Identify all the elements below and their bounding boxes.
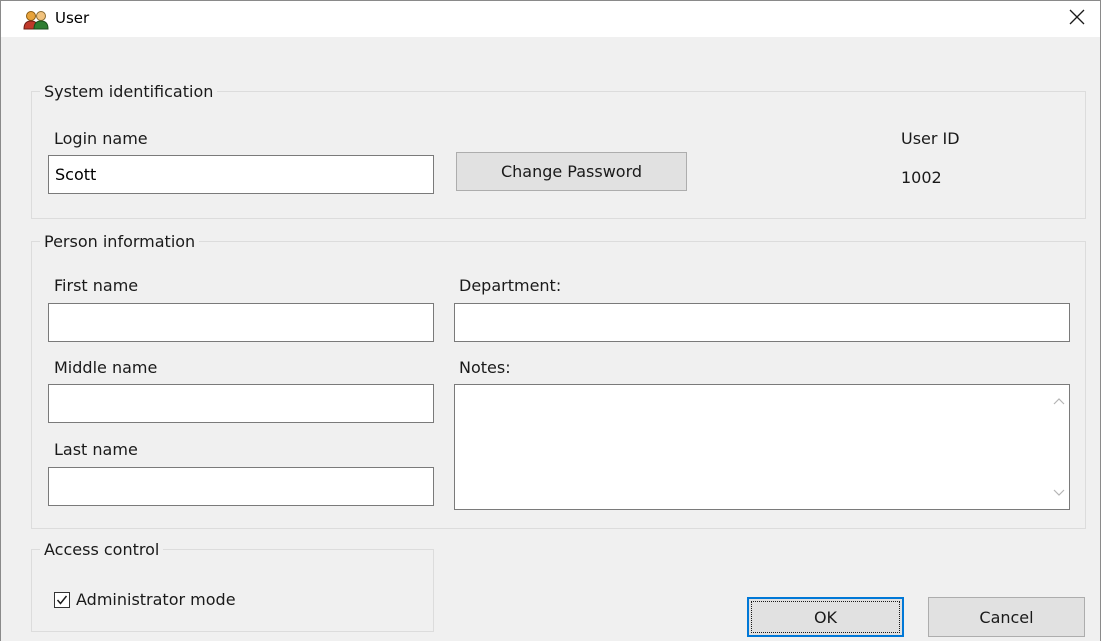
user-id-value: 1002 [901, 168, 942, 187]
close-button[interactable] [1057, 3, 1097, 35]
last-name-input[interactable] [48, 467, 434, 506]
system-identification-group: System identification [31, 82, 1086, 219]
notes-textarea[interactable] [455, 385, 1048, 509]
last-name-label: Last name [54, 440, 138, 459]
person-information-legend: Person information [44, 232, 196, 251]
administrator-mode-label: Administrator mode [76, 590, 236, 609]
department-input[interactable] [454, 303, 1070, 342]
change-password-button[interactable]: Change Password [456, 152, 687, 191]
user-id-label: User ID [901, 129, 960, 148]
notes-box [454, 384, 1070, 510]
checkbox-box[interactable] [54, 591, 70, 608]
user-dialog: User System identification Login name Ch… [0, 0, 1101, 641]
middle-name-label: Middle name [54, 358, 158, 377]
middle-name-input[interactable] [48, 384, 434, 423]
title-bar: User [1, 1, 1100, 37]
login-name-input[interactable] [48, 155, 434, 194]
department-label: Department: [459, 276, 562, 295]
first-name-label: First name [54, 276, 139, 295]
notes-scrollbar[interactable] [1049, 385, 1069, 509]
system-identification-legend: System identification [44, 82, 214, 101]
access-control-legend: Access control [44, 540, 160, 559]
window-title: User [55, 9, 90, 27]
administrator-mode-checkbox[interactable]: Administrator mode [54, 590, 236, 609]
access-control-group: Access control [31, 540, 434, 632]
close-icon [1069, 9, 1085, 29]
scroll-up-icon[interactable] [1053, 395, 1065, 407]
checkmark-icon [56, 595, 68, 605]
focus-ring [751, 601, 900, 633]
login-name-label: Login name [54, 129, 148, 148]
users-icon [23, 10, 49, 30]
scroll-down-icon[interactable] [1053, 487, 1065, 499]
ok-button[interactable]: OK [747, 597, 904, 637]
first-name-input[interactable] [48, 303, 434, 342]
dialog-body: System identification Login name Change … [1, 37, 1100, 641]
notes-label: Notes: [459, 358, 511, 377]
cancel-button[interactable]: Cancel [928, 597, 1085, 637]
